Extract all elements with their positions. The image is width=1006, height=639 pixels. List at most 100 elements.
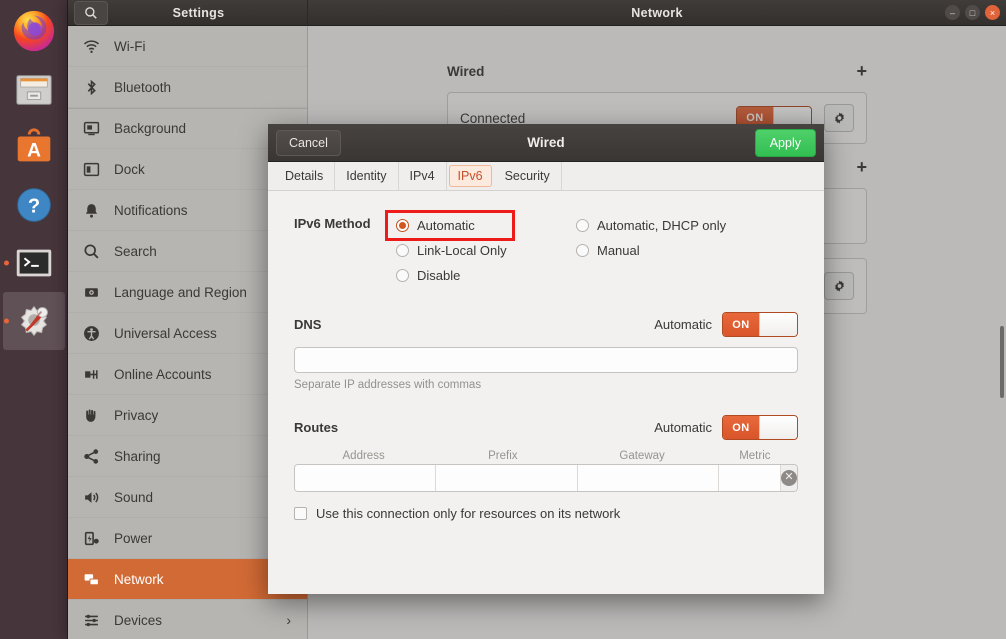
- sidebar-item-devices[interactable]: Devices ›: [68, 600, 307, 639]
- maximize-button[interactable]: □: [965, 5, 980, 20]
- routes-automatic-label: Automatic: [654, 420, 712, 435]
- ubuntu-dock: A ?: [0, 0, 68, 639]
- devices-icon: [82, 611, 100, 629]
- sidebar-item-label: Wi-Fi: [114, 39, 145, 54]
- tab-security[interactable]: Security: [494, 162, 562, 190]
- add-wired-connection-button[interactable]: +: [856, 62, 867, 80]
- apply-button[interactable]: Apply: [755, 129, 816, 157]
- gear-icon: [832, 111, 847, 126]
- bluetooth-icon: [82, 78, 100, 96]
- radio-link-local-only[interactable]: Link-Local Only: [388, 238, 568, 263]
- help-icon: ?: [11, 182, 57, 228]
- radio-label: Link-Local Only: [417, 243, 507, 258]
- sidebar-item-label: Notifications: [114, 203, 188, 218]
- radio-manual[interactable]: Manual: [568, 238, 798, 263]
- svg-text:?: ?: [27, 196, 39, 218]
- ipv6-method-label: IPv6 Method: [294, 213, 388, 231]
- ipv6-method-column-right: Automatic, DHCP only Manual: [568, 213, 798, 288]
- radio-automatic-dhcp-only[interactable]: Automatic, DHCP only: [568, 213, 798, 238]
- window-controls: – □ ×: [945, 0, 1000, 26]
- tab-identity[interactable]: Identity: [335, 162, 398, 190]
- dialog-body: IPv6 Method Automatic Link-Local Only: [268, 191, 824, 594]
- sidebar-item-wifi[interactable]: Wi-Fi: [68, 26, 307, 67]
- sidebar-item-bluetooth[interactable]: Bluetooth: [68, 67, 307, 108]
- gear-icon: [832, 279, 847, 294]
- radio-automatic[interactable]: Automatic: [388, 213, 512, 238]
- panel-scrollbar[interactable]: [1000, 326, 1004, 398]
- sidebar-item-label: Background: [114, 121, 186, 136]
- power-icon: [82, 529, 100, 547]
- firefox-icon: [11, 8, 57, 54]
- wired-section-header: Wired +: [447, 62, 867, 80]
- routes-table-row: ✕: [294, 464, 798, 492]
- routes-header-gateway: Gateway: [572, 450, 711, 462]
- sidebar-item-label: Language and Region: [114, 285, 247, 300]
- dock-item-firefox[interactable]: [3, 2, 65, 60]
- routes-automatic-control: Automatic ON: [654, 415, 798, 440]
- running-indicator-terminal: [4, 261, 9, 266]
- wired-heading: Wired: [447, 64, 484, 79]
- dock-item-files[interactable]: [3, 60, 65, 118]
- dock-item-ubuntu-software[interactable]: A: [3, 118, 65, 176]
- radio-indicator-automatic-dhcp-only: [576, 219, 589, 232]
- radio-disable[interactable]: Disable: [388, 263, 568, 288]
- dns-automatic-toggle[interactable]: ON: [722, 312, 798, 337]
- dialog-tabs[interactable]: Details Identity IPv4 IPv6 Security: [268, 162, 824, 191]
- routes-automatic-toggle[interactable]: ON: [722, 415, 798, 440]
- language-icon: [82, 283, 100, 301]
- minimize-button[interactable]: –: [945, 5, 960, 20]
- radio-indicator-automatic: [396, 219, 409, 232]
- dock-item-help[interactable]: ?: [3, 176, 65, 234]
- dock-item-terminal[interactable]: [3, 234, 65, 292]
- dialog-header: Cancel Wired Apply: [268, 124, 824, 162]
- radio-label: Automatic: [417, 218, 475, 233]
- dock-item-settings[interactable]: [3, 292, 65, 350]
- wifi-icon: [82, 37, 100, 55]
- ipv6-method-column-left: Automatic Link-Local Only Disable: [388, 213, 568, 288]
- toggle-on-label: ON: [723, 416, 759, 439]
- sharing-icon: [82, 447, 100, 465]
- dns-title: DNS: [294, 317, 321, 332]
- ubuntu-software-icon: A: [11, 124, 57, 170]
- sidebar-item-label: Sharing: [114, 449, 161, 464]
- ipv6-method-row: IPv6 Method Automatic Link-Local Only: [294, 213, 798, 288]
- screen: A ?: [0, 0, 1006, 639]
- add-connection-button-2[interactable]: +: [856, 158, 867, 176]
- search-icon: [84, 6, 98, 20]
- tab-details[interactable]: Details: [274, 162, 335, 190]
- route-address-input[interactable]: [295, 465, 436, 491]
- restrict-connection-checkbox[interactable]: [294, 507, 307, 520]
- chevron-right-icon: ›: [286, 612, 291, 628]
- restrict-connection-row[interactable]: Use this connection only for resources o…: [294, 506, 798, 521]
- sidebar-item-label: Privacy: [114, 408, 158, 423]
- network-page-title: Network: [631, 6, 682, 20]
- ipv6-method-radiogroup: Automatic Link-Local Only Disable: [388, 213, 798, 288]
- route-delete-button[interactable]: ✕: [781, 465, 797, 491]
- toggle-knob: [759, 313, 797, 336]
- tab-ipv6[interactable]: IPv6: [449, 165, 492, 187]
- search-button[interactable]: [74, 1, 108, 25]
- routes-header-address: Address: [294, 450, 433, 462]
- accessibility-icon: [82, 324, 100, 342]
- dns-automatic-label: Automatic: [654, 317, 712, 332]
- wired-settings-button[interactable]: [824, 104, 854, 132]
- delete-circle-icon: ✕: [781, 470, 797, 486]
- cancel-button[interactable]: Cancel: [276, 130, 341, 156]
- radio-label: Disable: [417, 268, 460, 283]
- route-metric-input[interactable]: [719, 465, 781, 491]
- route-gateway-input[interactable]: [578, 465, 719, 491]
- dns-input[interactable]: [294, 347, 798, 373]
- speaker-icon: [82, 488, 100, 506]
- radio-indicator-manual: [576, 244, 589, 257]
- sidebar-item-label: Sound: [114, 490, 153, 505]
- settings-title: Settings: [108, 6, 307, 20]
- route-prefix-input[interactable]: [436, 465, 577, 491]
- titlebar-right-pane: Network – □ ×: [308, 0, 1006, 26]
- close-button[interactable]: ×: [985, 5, 1000, 20]
- online-accounts-icon: [82, 365, 100, 383]
- tab-ipv4[interactable]: IPv4: [399, 162, 447, 190]
- dock-icon: [82, 160, 100, 178]
- network-card-3-settings-button[interactable]: [824, 272, 854, 300]
- network-icon: [82, 570, 100, 588]
- routes-title: Routes: [294, 420, 338, 435]
